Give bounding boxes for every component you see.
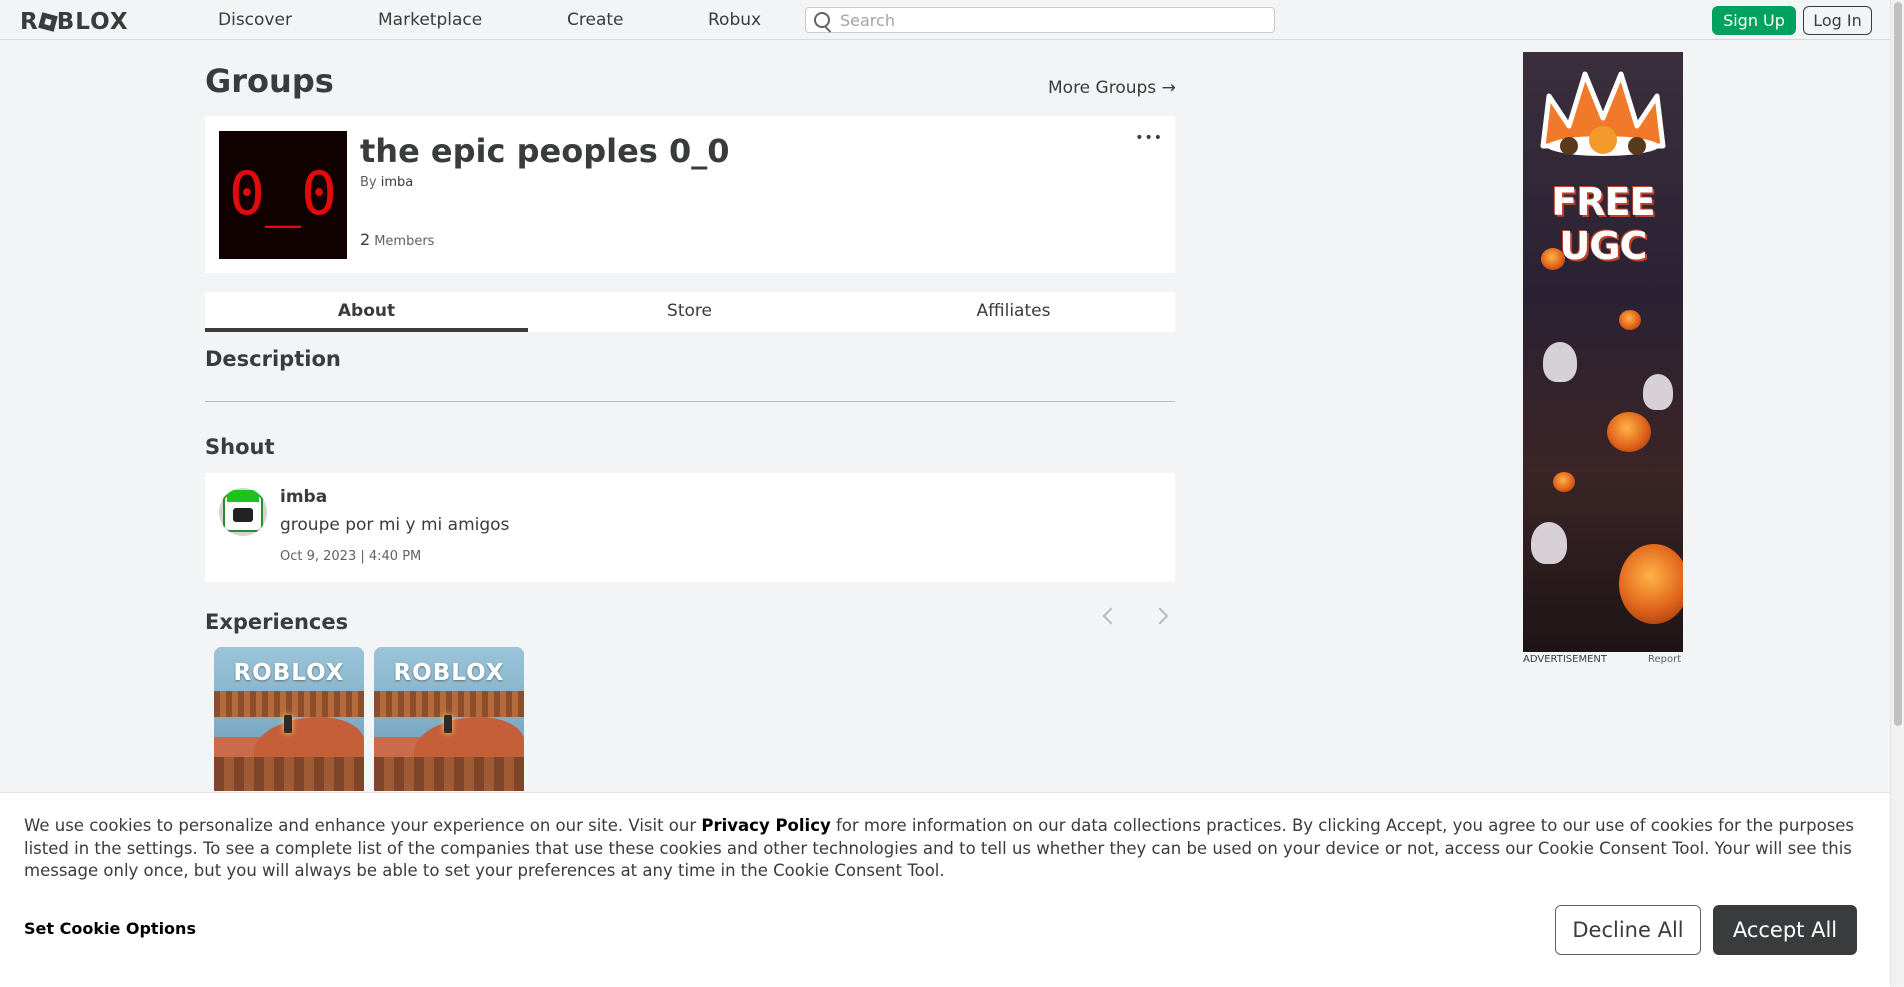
- shout-username[interactable]: imba: [280, 487, 327, 507]
- experience-brand: ROBLOX: [233, 660, 345, 686]
- signup-button[interactable]: Sign Up: [1712, 6, 1796, 35]
- group-name: the epic peoples 0_0: [360, 132, 730, 170]
- cookie-message: We use cookies to personalize and enhanc…: [24, 815, 1864, 883]
- group-owner-link[interactable]: imba: [381, 175, 414, 190]
- ghost-icon: [1531, 522, 1567, 564]
- set-cookie-options-link[interactable]: Set Cookie Options: [24, 919, 196, 938]
- group-owner: By imba: [360, 175, 413, 190]
- lantern-icon: [444, 715, 452, 733]
- cookie-consent-banner: We use cookies to personalize and enhanc…: [0, 792, 1890, 987]
- description-heading: Description: [205, 347, 341, 371]
- cookie-text-part-1: We use cookies to personalize and enhanc…: [24, 816, 702, 835]
- experience-tile[interactable]: ROBLOX: [214, 647, 364, 791]
- avatar-mouth: [233, 508, 253, 522]
- section-divider: [205, 401, 1175, 402]
- login-button[interactable]: Log In: [1803, 6, 1872, 35]
- tab-store[interactable]: Store: [528, 292, 851, 332]
- top-navigation-bar: R BLOX Discover Marketplace Create Robux …: [0, 0, 1890, 40]
- lantern-icon: [284, 715, 292, 733]
- pumpkin-icon: [1619, 544, 1683, 624]
- tile-floor: [214, 757, 364, 791]
- crown-icon: [1540, 71, 1666, 156]
- advertisement-label: ADVERTISEMENT: [1523, 654, 1608, 665]
- ghost-icon: [1643, 374, 1673, 410]
- tile-roof: [374, 691, 524, 717]
- member-count-label: Members: [374, 234, 435, 249]
- scrollbar-thumb[interactable]: [1894, 2, 1902, 726]
- tile-roof: [214, 691, 364, 717]
- carousel-prev-icon[interactable]: [1102, 607, 1120, 625]
- experiences-heading: Experiences: [205, 610, 349, 634]
- avatar-hat: [227, 490, 259, 502]
- accept-all-button[interactable]: Accept All: [1713, 905, 1857, 955]
- pumpkin-icon: [1553, 472, 1575, 492]
- page-scrollbar[interactable]: [1890, 0, 1904, 986]
- page-title: Groups: [205, 62, 334, 100]
- experience-brand: ROBLOX: [393, 660, 505, 686]
- tab-about[interactable]: About: [205, 292, 528, 332]
- more-groups-link[interactable]: More Groups →: [1048, 78, 1176, 98]
- member-count-value: 2: [360, 230, 371, 249]
- experience-tile[interactable]: ROBLOX: [374, 647, 524, 791]
- pumpkin-icon: [1619, 310, 1641, 330]
- member-count: 2 Members: [360, 230, 434, 249]
- avatar[interactable]: [219, 488, 267, 536]
- search-input[interactable]: Search: [805, 7, 1275, 33]
- group-emblem: 0_0: [219, 131, 347, 259]
- advertisement-banner[interactable]: FREE UGC: [1523, 52, 1683, 652]
- group-header-card: 0_0 the epic peoples 0_0 By imba 2 Member…: [205, 116, 1175, 273]
- logo-o-icon: [37, 12, 58, 32]
- roblox-logo[interactable]: R BLOX: [20, 9, 129, 35]
- ad-report-link[interactable]: Report: [1648, 654, 1681, 665]
- shout-text: groupe por mi y mi amigos: [280, 515, 510, 535]
- search-icon: [814, 12, 830, 28]
- tab-affiliates[interactable]: Affiliates: [852, 292, 1175, 332]
- carousel-next-icon[interactable]: [1151, 607, 1169, 625]
- shout-timestamp: Oct 9, 2023 | 4:40 PM: [280, 549, 422, 564]
- tile-floor: [374, 757, 524, 791]
- group-owner-prefix: By: [360, 175, 377, 190]
- search-placeholder: Search: [840, 11, 895, 30]
- nav-marketplace[interactable]: Marketplace: [378, 10, 482, 30]
- pumpkin-icon: [1607, 412, 1651, 452]
- nav-robux[interactable]: Robux: [708, 10, 761, 30]
- nav-discover[interactable]: Discover: [218, 10, 292, 30]
- ghost-icon: [1543, 342, 1577, 382]
- decline-all-button[interactable]: Decline All: [1555, 905, 1701, 955]
- shout-heading: Shout: [205, 435, 275, 459]
- shout-card: imba groupe por mi y mi amigos Oct 9, 20…: [205, 473, 1175, 582]
- more-options-icon[interactable]: •••: [1135, 130, 1163, 146]
- privacy-policy-link[interactable]: Privacy Policy: [701, 816, 830, 835]
- pumpkin-icon: [1541, 248, 1565, 270]
- group-tabs: About Store Affiliates: [205, 292, 1175, 332]
- nav-create[interactable]: Create: [567, 10, 624, 30]
